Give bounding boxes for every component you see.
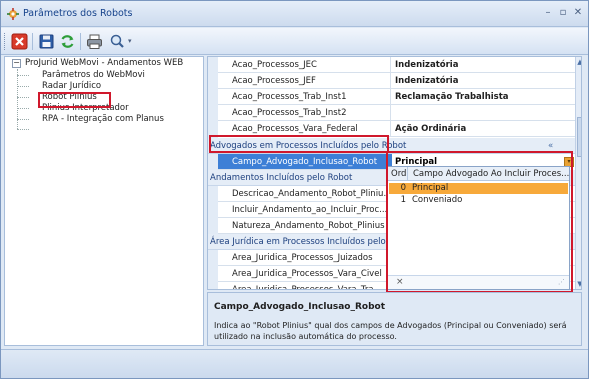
property-name: Acao_Processos_Vara_Federal — [218, 121, 391, 137]
help-text: Indica ao "Robot Plinius" qual dos campo… — [214, 321, 567, 341]
dropdown-footer: × ⋰ — [388, 275, 569, 289]
property-name: Acao_Processos_JEF — [218, 73, 391, 89]
resize-grip-icon[interactable]: ⋰ — [558, 278, 565, 286]
scroll-thumb[interactable] — [577, 117, 581, 157]
title-bar: Parâmetros dos Robots – ▫ ✕ — [1, 1, 588, 27]
column-header-ord[interactable]: Ord — [388, 167, 408, 181]
property-name: Area_Juridica_Processos_Vara_Tra... — [218, 282, 391, 289]
tree-item-rpa-integracao[interactable]: RPA - Integração com Planus — [42, 114, 164, 125]
tree-connector — [17, 97, 29, 98]
status-bar — [1, 349, 588, 378]
refresh-icon[interactable] — [58, 32, 77, 51]
print-icon[interactable] — [85, 32, 104, 51]
tree-item-plinius-interpretador[interactable]: Plinius Interpretador — [42, 103, 129, 114]
help-title: Campo_Advogado_Inclusao_Robot — [214, 302, 386, 312]
tree-panel: − ProJurid WebMovi - Andamentos WEB Parâ… — [4, 56, 204, 346]
scroll-up-icon[interactable]: ▲ — [576, 57, 581, 68]
grid-row[interactable]: Acao_Processos_JEF Indenizatória — [218, 73, 575, 89]
property-value[interactable] — [392, 105, 575, 121]
maximize-icon[interactable]: ▫ — [556, 6, 570, 20]
property-name: Acao_Processos_JEC — [218, 57, 391, 73]
grid-row[interactable]: Acao_Processos_Trab_Inst2 — [218, 105, 575, 121]
property-name: Acao_Processos_Trab_Inst1 — [218, 89, 391, 105]
grid-row[interactable]: Acao_Processos_Trab_Inst1 Reclamação Tra… — [218, 89, 575, 105]
tree-item-radar-juridico[interactable]: Radar Jurídico — [42, 81, 101, 92]
grid-scrollbar[interactable]: ▲ ▼ — [575, 57, 581, 289]
dropdown-popup: Ord Campo Advogado Ao Incluir Proces... … — [387, 166, 570, 290]
dropdown-option-conveniado[interactable]: 1 Conveniado — [389, 195, 568, 206]
help-panel: Campo_Advogado_Inclusao_Robot Indica ao … — [207, 292, 582, 346]
property-name: Natureza_Andamento_Robot_Plinius — [218, 218, 391, 234]
tree-item-parametros-webmovi[interactable]: Parâmetros do WebMovi — [42, 70, 145, 81]
collapse-chevrons-icon[interactable]: « — [548, 138, 553, 154]
tree-root[interactable]: ProJurid WebMovi - Andamentos WEB — [25, 58, 183, 69]
option-ord: 1 — [400, 195, 406, 205]
save-icon[interactable] — [37, 32, 56, 51]
app-window: Parâmetros dos Robots – ▫ ✕ ▾ − ProJurid… — [0, 0, 589, 379]
toolbar-grip[interactable] — [4, 33, 7, 50]
property-name: Descricao_Andamento_Robot_Pliniu... — [218, 186, 391, 202]
toolbar-separator — [32, 33, 33, 50]
tree-item-robot-plinius[interactable]: Robot Plinius — [42, 92, 97, 103]
tree-connector — [17, 108, 29, 109]
robot-app-icon — [7, 8, 19, 20]
property-value[interactable]: Indenizatória — [392, 57, 575, 73]
option-ord: 0 — [400, 183, 406, 193]
tree-connector — [17, 119, 29, 120]
property-value[interactable]: Reclamação Trabalhista — [392, 89, 575, 105]
column-header-campo[interactable]: Campo Advogado Ao Incluir Proces... — [409, 167, 569, 181]
minimize-icon[interactable]: – — [541, 6, 555, 20]
chevron-down-icon[interactable]: ▾ — [128, 37, 132, 45]
scroll-down-icon[interactable]: ▼ — [576, 279, 581, 289]
option-label: Conveniado — [412, 195, 463, 205]
category-label: Advogados em Processos Incluídos pelo Ro… — [210, 141, 407, 151]
option-label: Principal — [412, 183, 449, 193]
close-red-icon[interactable] — [10, 32, 29, 51]
dropdown-header: Ord Campo Advogado Ao Incluir Proces... — [388, 167, 569, 181]
grid-row[interactable]: Acao_Processos_JEC Indenizatória — [218, 57, 575, 73]
close-popup-icon[interactable]: × — [396, 276, 404, 289]
property-value[interactable]: Ação Ordinária — [392, 121, 575, 137]
property-name: Area_Juridica_Processos_Vara_Civel — [218, 266, 391, 282]
collapse-toggle-icon[interactable]: − — [12, 59, 21, 68]
property-value[interactable]: Indenizatória — [392, 73, 575, 89]
close-icon[interactable]: ✕ — [571, 6, 585, 20]
window-title: Parâmetros dos Robots — [23, 8, 133, 19]
search-icon[interactable] — [108, 32, 127, 51]
tree-connector — [17, 69, 18, 129]
grid-row[interactable]: Acao_Processos_Vara_Federal Ação Ordinár… — [218, 121, 575, 137]
property-name: Area_Juridica_Processos_Juizados — [218, 250, 391, 266]
tree-connector — [17, 86, 29, 87]
toolbar: ▾ — [1, 28, 588, 55]
tree-connector — [17, 129, 29, 130]
tree-connector — [17, 75, 29, 76]
property-name: Incluir_Andamento_ao_Incluir_Proc... — [218, 202, 391, 218]
property-name: Campo_Advogado_Inclusao_Robot — [218, 154, 391, 170]
toolbar-separator — [80, 33, 81, 50]
property-name: Acao_Processos_Trab_Inst2 — [218, 105, 391, 121]
category-advogados[interactable]: Advogados em Processos Incluídos pelo Ro… — [208, 138, 575, 154]
dropdown-option-principal[interactable]: 0 Principal — [389, 183, 568, 194]
